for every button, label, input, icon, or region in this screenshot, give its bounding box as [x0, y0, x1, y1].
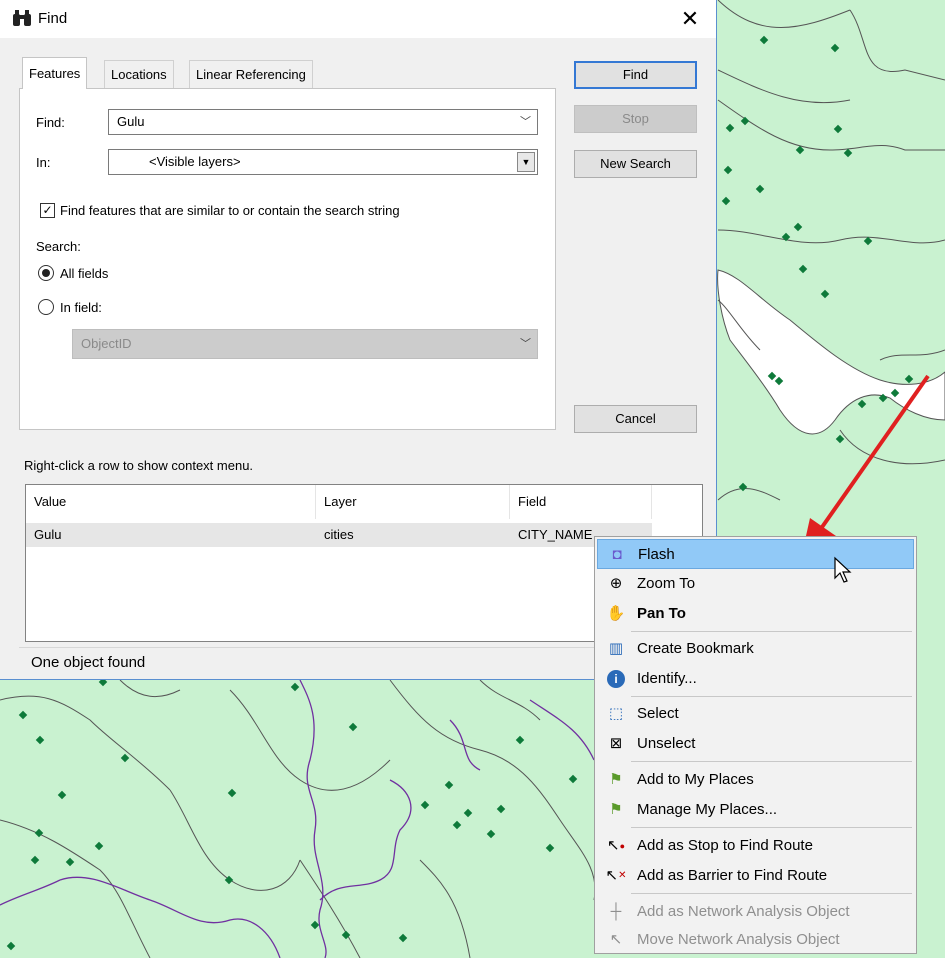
- network-add-icon: ┼: [610, 903, 622, 920]
- column-header-layer[interactable]: Layer: [316, 485, 510, 519]
- field-select: ObjectID ﹀: [72, 329, 538, 359]
- radio-all-fields-label: All fields: [60, 266, 109, 281]
- menu-item-zoom-to[interactable]: ⊕ Zoom To: [597, 569, 914, 599]
- in-layers-select[interactable]: <Visible layers> ▼: [108, 149, 538, 175]
- find-combobox[interactable]: Gulu ﹀: [108, 109, 538, 135]
- similar-checkbox[interactable]: ✓: [40, 203, 55, 218]
- menu-item-manage-my-places[interactable]: ⚑ Manage My Places...: [597, 795, 914, 825]
- column-header-value[interactable]: Value: [26, 485, 316, 519]
- radio-all-fields[interactable]: [38, 265, 54, 281]
- menu-item-label: Add to My Places: [637, 771, 754, 788]
- menu-item-move-network-object[interactable]: ↖ Move Network Analysis Object: [597, 925, 914, 955]
- menu-separator: [631, 827, 912, 828]
- menu-item-unselect[interactable]: ⊠ Unselect: [597, 729, 914, 759]
- menu-item-label: Manage My Places...: [637, 801, 778, 818]
- menu-item-label: Identify...: [637, 670, 697, 687]
- network-move-icon: ↖: [609, 931, 623, 948]
- binoculars-icon: [12, 9, 32, 32]
- dialog-title: Find: [38, 10, 68, 27]
- flag-add-icon: ⚑: [609, 771, 623, 788]
- status-text: One object found: [31, 654, 146, 671]
- menu-item-pan-to[interactable]: ✋ Pan To: [597, 599, 914, 629]
- tab-features[interactable]: Features: [22, 57, 88, 89]
- flag-icon: ⚑: [609, 801, 623, 818]
- menu-item-label: Pan To: [637, 605, 686, 622]
- menu-separator: [631, 696, 912, 697]
- table-row[interactable]: Gulu cities CITY_NAME: [26, 523, 652, 547]
- menu-item-label: Add as Network Analysis Object: [637, 903, 850, 920]
- info-icon: i: [605, 664, 627, 694]
- chevron-down-icon: ﹀: [520, 116, 531, 128]
- dialog-titlebar[interactable]: Find ✕: [0, 0, 716, 38]
- radio-in-field-label: In field:: [60, 300, 102, 315]
- cancel-button[interactable]: Cancel: [574, 405, 697, 433]
- menu-item-add-network-object[interactable]: ┼ Add as Network Analysis Object: [597, 897, 914, 927]
- menu-item-label: Create Bookmark: [637, 640, 754, 657]
- context-menu: ◘ Flash ⊕ Zoom To ✋ Pan To ▥ Create Book…: [594, 536, 917, 954]
- find-value: Gulu: [117, 114, 145, 129]
- menu-item-add-stop-route[interactable]: ↖● Add as Stop to Find Route: [597, 831, 914, 861]
- dropdown-arrow-icon[interactable]: ▼: [517, 152, 535, 172]
- unselect-icon: ⊠: [609, 735, 623, 752]
- menu-item-label: Select: [637, 705, 679, 722]
- menu-item-add-to-my-places[interactable]: ⚑ Add to My Places: [597, 765, 914, 795]
- route-barrier-icon: ↖✕: [605, 867, 627, 884]
- cell-field: CITY_NAME: [518, 527, 593, 542]
- cell-layer: cities: [324, 527, 354, 542]
- cell-value: Gulu: [34, 527, 62, 542]
- menu-item-label: Unselect: [637, 735, 696, 752]
- menu-separator: [631, 761, 912, 762]
- bookmark-icon: ▥: [608, 640, 624, 657]
- stop-button[interactable]: Stop: [574, 105, 697, 133]
- in-value: <Visible layers>: [149, 154, 241, 169]
- pan-hand-icon: ✋: [606, 605, 626, 622]
- find-label: Find:: [36, 115, 65, 130]
- menu-item-create-bookmark[interactable]: ▥ Create Bookmark: [597, 634, 914, 664]
- menu-item-label: Flash: [638, 546, 675, 563]
- chevron-down-icon: ﹀: [520, 338, 531, 350]
- menu-separator: [631, 631, 912, 632]
- menu-separator: [631, 893, 912, 894]
- menu-item-label: Move Network Analysis Object: [637, 931, 840, 948]
- menu-item-flash[interactable]: ◘ Flash: [597, 539, 914, 569]
- menu-item-label: Add as Barrier to Find Route: [637, 867, 828, 884]
- menu-item-label: Zoom To: [637, 575, 696, 592]
- similar-checkbox-label: Find features that are similar to or con…: [60, 203, 400, 218]
- tab-linear-referencing[interactable]: Linear Referencing: [189, 60, 313, 88]
- menu-item-select[interactable]: ⬚ Select: [597, 699, 914, 729]
- select-icon: ⬚: [608, 705, 624, 722]
- mouse-cursor-icon: [834, 556, 852, 583]
- menu-item-add-barrier-route[interactable]: ↖✕ Add as Barrier to Find Route: [597, 861, 914, 891]
- close-button[interactable]: ✕: [672, 4, 708, 34]
- menu-item-label: Add as Stop to Find Route: [637, 837, 813, 854]
- find-button[interactable]: Find: [574, 61, 697, 89]
- in-label: In:: [36, 155, 51, 170]
- new-search-button[interactable]: New Search: [574, 150, 697, 178]
- zoom-icon: ⊕: [609, 575, 623, 592]
- radio-in-field[interactable]: [38, 299, 54, 315]
- menu-item-identify[interactable]: i Identify...: [597, 664, 914, 694]
- search-label: Search:: [36, 239, 81, 254]
- context-hint: Right-click a row to show context menu.: [24, 458, 254, 473]
- route-stop-icon: ↖●: [606, 837, 625, 854]
- column-header-field[interactable]: Field: [510, 485, 652, 519]
- flash-icon: ◘: [612, 546, 622, 563]
- field-value: ObjectID: [81, 336, 132, 351]
- tab-locations[interactable]: Locations: [104, 60, 174, 88]
- features-panel: Find: Gulu ﹀ In: <Visible layers> ▼ ✓ Fi…: [19, 88, 556, 430]
